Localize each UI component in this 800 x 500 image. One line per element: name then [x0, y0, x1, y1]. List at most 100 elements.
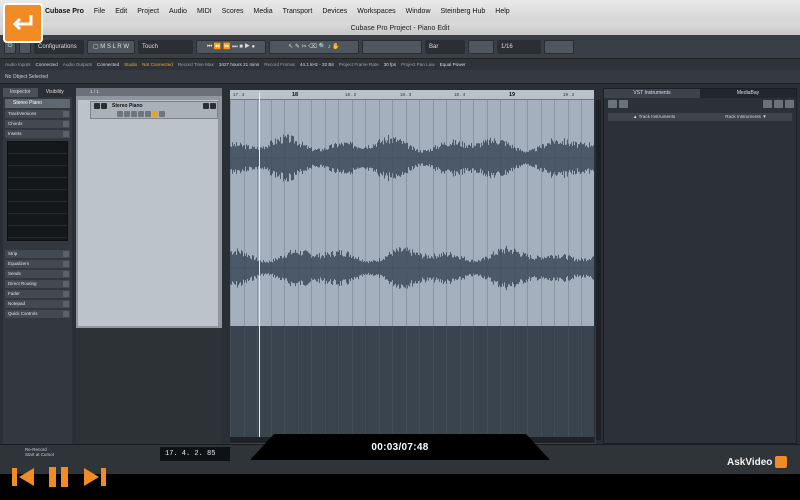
edit-channel-button[interactable]: [131, 111, 137, 117]
record-time-value: 3427 hours 21 mins: [218, 62, 260, 67]
solo-button[interactable]: [101, 103, 107, 109]
section-direct-routing[interactable]: Direct Routing: [5, 280, 70, 288]
section-sends[interactable]: Sends: [5, 270, 70, 278]
timeline-ruler[interactable]: 17 . 4 18 18 . 2 18 . 3 18 . 4 19 19 . 2: [230, 90, 594, 100]
grid-line: [500, 100, 501, 326]
lanes-button[interactable]: [138, 111, 144, 117]
menu-app-name[interactable]: Cubase Pro: [40, 8, 89, 15]
previous-button[interactable]: [8, 463, 38, 491]
section-equalizers[interactable]: Equalizers: [5, 260, 70, 268]
lock-icon[interactable]: [145, 111, 151, 117]
expand-icon[interactable]: [785, 100, 794, 108]
menu-devices[interactable]: Devices: [317, 8, 352, 15]
read-automation-button[interactable]: [117, 111, 123, 117]
record-mode-box[interactable]: Re-Record Start at Cursor: [25, 447, 75, 463]
section-fader[interactable]: Fader: [5, 290, 70, 298]
record-enable-button[interactable]: [203, 103, 209, 109]
empty-lane-area[interactable]: [230, 326, 596, 444]
insert-slot[interactable]: [8, 154, 67, 166]
add-instrument-icon[interactable]: [608, 100, 617, 108]
section-toggle-icon[interactable]: [63, 261, 69, 267]
back-button[interactable]: [3, 3, 43, 43]
menu-workspaces[interactable]: Workspaces: [352, 8, 400, 15]
menu-media[interactable]: Media: [249, 8, 278, 15]
freeze-icon[interactable]: [152, 111, 158, 117]
section-strip[interactable]: Strip: [5, 250, 70, 258]
tab-visibility[interactable]: Visibility: [37, 88, 72, 97]
section-inserts[interactable]: Inserts: [5, 130, 70, 138]
project-cursor[interactable]: [259, 92, 260, 442]
menu-scores[interactable]: Scores: [217, 8, 249, 15]
section-toggle-icon[interactable]: [63, 121, 69, 127]
insert-slot[interactable]: [8, 178, 67, 190]
mute-button[interactable]: [94, 103, 100, 109]
color-menu[interactable]: [544, 39, 574, 54]
menu-project[interactable]: Project: [132, 8, 164, 15]
menu-file[interactable]: File: [89, 8, 110, 15]
section-toggle-icon[interactable]: [63, 281, 69, 287]
grid-line: [540, 326, 542, 444]
section-toggle-icon[interactable]: [63, 251, 69, 257]
section-notepad[interactable]: Notepad: [5, 300, 70, 308]
quantize-dropdown[interactable]: 1/16: [497, 39, 541, 54]
info-line-text: No Object Selected: [5, 73, 49, 80]
section-trackversions[interactable]: TrackVersions: [5, 110, 70, 118]
record-format-label: Record Format: [264, 62, 295, 67]
next-button[interactable]: [80, 463, 110, 491]
track-row[interactable]: [78, 100, 218, 326]
write-automation-button[interactable]: [124, 111, 130, 117]
collapse-icon[interactable]: [774, 100, 783, 108]
insert-slot[interactable]: [8, 190, 67, 202]
insert-slot[interactable]: [8, 166, 67, 178]
section-toggle-icon[interactable]: [63, 311, 69, 317]
insert-slot[interactable]: [8, 226, 67, 238]
snap-mode-button[interactable]: [468, 39, 494, 54]
section-toggle-icon[interactable]: [63, 271, 69, 277]
start-mode[interactable]: Start at Cursor: [25, 452, 75, 457]
track-count: 1 / 1: [90, 89, 99, 94]
inspector-track-name[interactable]: Stereo Piano: [5, 99, 70, 108]
section-toggle-icon[interactable]: [63, 291, 69, 297]
menu-edit[interactable]: Edit: [110, 8, 132, 15]
section-toggle-icon[interactable]: [63, 301, 69, 307]
search-icon[interactable]: [619, 100, 628, 108]
section-quick-controls[interactable]: Quick Controls: [5, 310, 70, 318]
vertical-scrollbar[interactable]: [596, 100, 601, 440]
pause-button[interactable]: [44, 463, 74, 491]
tab-mediabay[interactable]: MediaBay: [700, 89, 796, 98]
window-zones-buttons[interactable]: ▢ M S L R W: [87, 39, 135, 54]
menu-window[interactable]: Window: [401, 8, 436, 15]
menu-transport[interactable]: Transport: [278, 8, 318, 15]
rack-instruments-header[interactable]: Rack Instruments ▼: [700, 113, 792, 121]
tab-vst-instruments[interactable]: VST Instruments: [604, 89, 700, 98]
menu-midi[interactable]: MIDI: [192, 8, 217, 15]
position-value: 17. 4. 2. 85: [165, 450, 216, 458]
section-toggle-icon[interactable]: [63, 131, 69, 137]
menu-audio[interactable]: Audio: [164, 8, 192, 15]
track-header[interactable]: Stereo Piano: [90, 101, 218, 119]
transport-buttons[interactable]: ⏮ ⏪ ⏩ ⏭ ■ ▶ ●: [196, 39, 266, 54]
section-toggle-icon[interactable]: [63, 111, 69, 117]
insert-slot[interactable]: [8, 142, 67, 154]
snap-buttons[interactable]: [362, 39, 422, 54]
tab-inspector[interactable]: Inspector: [3, 88, 38, 97]
menu-help[interactable]: Help: [490, 8, 514, 15]
menu-steinberg-hub[interactable]: Steinberg Hub: [436, 8, 491, 15]
audio-inputs-value: Connected: [35, 62, 58, 67]
tool-buttons[interactable]: ↖ ✎ ✂ ⌫ 🔍 ♪ ✋: [269, 39, 359, 54]
record-time-label: Record Time Max: [177, 62, 214, 67]
audio-event[interactable]: [230, 100, 594, 326]
automation-mode-dropdown[interactable]: Touch: [138, 39, 193, 54]
audio-inputs-label: Audio Inputs: [5, 62, 31, 67]
insert-slot[interactable]: [8, 214, 67, 226]
track-instruments-header[interactable]: ▲ Track Instruments: [608, 113, 700, 121]
monitor-button[interactable]: [210, 103, 216, 109]
insert-slots[interactable]: [7, 141, 68, 241]
position-display[interactable]: 17. 4. 2. 85: [160, 447, 230, 461]
track-name[interactable]: Stereo Piano: [112, 103, 143, 109]
section-chords[interactable]: Chords: [5, 120, 70, 128]
grid-type-dropdown[interactable]: Bar: [425, 39, 465, 54]
rack-settings-icon[interactable]: [763, 100, 772, 108]
insert-slot[interactable]: [8, 202, 67, 214]
settings-icon[interactable]: [159, 111, 165, 117]
